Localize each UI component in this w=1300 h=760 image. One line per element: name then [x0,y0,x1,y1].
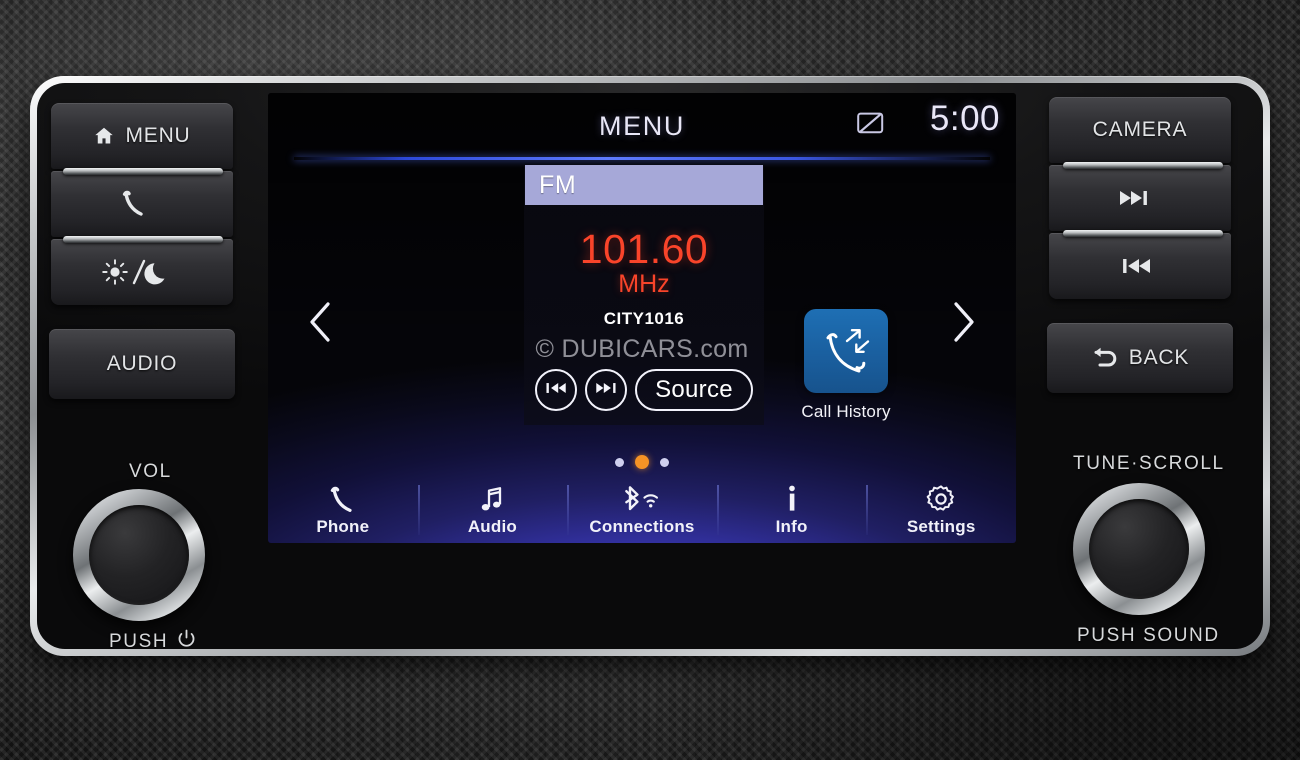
power-icon [177,629,196,649]
back-arrow-icon [1091,346,1119,370]
touchscreen-display[interactable]: MENU 5:00 FM 101.60 MHz CITY1016 Source … [268,93,1016,543]
nav-item-connections[interactable]: Connections [567,477,717,543]
call-history-icon [804,309,888,393]
phone-handset-icon [120,189,154,219]
screen-main: FM 101.60 MHz CITY1016 Source © DUBICARS… [268,159,1016,477]
fm-controls: Source [524,369,764,411]
music-note-icon [478,484,506,514]
tune-scroll-knob[interactable] [1073,483,1205,615]
home-icon [93,125,115,147]
gear-icon [926,484,956,514]
nav-label-phone: Phone [316,516,370,536]
volume-knob[interactable] [73,489,205,621]
keystrip-right-1 [1063,162,1223,169]
prev-track-button[interactable] [535,369,578,411]
volume-push-label: PUSH [109,629,196,649]
page-dot[interactable] [660,457,669,467]
dashboard-backdrop: MENU AUDIO CAMERA BACK VOL PUSH TUNE·SCR… [0,0,1300,760]
phone-handset-icon [328,484,358,514]
nav-label-audio: Audio [467,516,517,536]
page-dot[interactable] [615,457,624,467]
call-history-label: Call History [801,402,891,421]
hardkey-menu-label: MENU [125,124,191,147]
fm-band-label: FM [525,165,763,205]
sun-moon-icon [100,257,174,287]
nav-item-info[interactable]: Info [716,477,867,543]
hardkey-phone[interactable] [51,171,233,237]
source-button[interactable]: Source [635,369,753,411]
keystrip-left-1 [63,168,223,175]
hardkey-brightness[interactable] [51,239,233,305]
hardkey-menu[interactable]: MENU [51,103,233,169]
screen-header: MENU 5:00 [268,93,1016,159]
page-indicator [268,455,1016,469]
clock: 5:00 [929,99,1000,138]
nav-label-settings: Settings [906,516,976,536]
keystrip-right-2 [1063,230,1223,237]
bluetooth-wifi-icon [620,484,664,514]
nav-item-phone[interactable]: Phone [268,477,418,543]
volume-knob-label: VOL [129,461,172,482]
tune-knob-label: TUNE·SCROLL [1073,453,1225,474]
fm-radio-widget[interactable]: FM 101.60 MHz CITY1016 Source [524,165,764,425]
fm-frequency-unit: MHz [618,270,670,298]
info-icon [784,484,800,514]
keystrip-left-2 [63,236,223,243]
prev-track-icon [545,381,567,400]
head-unit-bezel: MENU AUDIO CAMERA BACK VOL PUSH TUNE·SCR… [30,76,1270,656]
chevron-left-icon[interactable] [304,299,338,345]
nav-item-audio[interactable]: Audio [417,477,568,543]
mute-display-off-icon [857,112,884,134]
next-track-button[interactable] [585,369,628,411]
page-title: MENU [599,110,685,141]
bottom-nav-bar: Phone Audio Connections Info Settings [268,477,1016,543]
tune-push-label: PUSH SOUND [1077,625,1220,646]
hardkey-audio-label: AUDIO [106,352,178,375]
hardkey-next-track[interactable] [1049,165,1231,231]
nav-item-settings[interactable]: Settings [866,477,1016,543]
hardkey-prev-track[interactable] [1049,233,1231,299]
volume-push-text: PUSH [109,630,169,650]
nav-label-connections: Connections [589,516,695,536]
call-history-tile[interactable]: Call History [798,309,894,422]
hardkey-back[interactable]: BACK [1047,323,1233,393]
hardkey-camera-label: CAMERA [1092,118,1188,141]
hardkey-audio[interactable]: AUDIO [49,329,235,399]
nav-label-info: Info [775,516,808,536]
chevron-right-icon[interactable] [946,299,980,345]
fm-station-name: CITY1016 [603,308,685,328]
head-unit-face: MENU AUDIO CAMERA BACK VOL PUSH TUNE·SCR… [37,83,1263,649]
hardkey-back-label: BACK [1128,346,1190,369]
prev-track-icon [1118,256,1152,276]
hardkey-camera[interactable]: CAMERA [1049,97,1231,163]
page-dot-active[interactable] [635,455,649,469]
fm-frequency: 101.60 [579,226,709,272]
next-track-icon [1118,188,1152,208]
next-track-icon [595,381,617,400]
